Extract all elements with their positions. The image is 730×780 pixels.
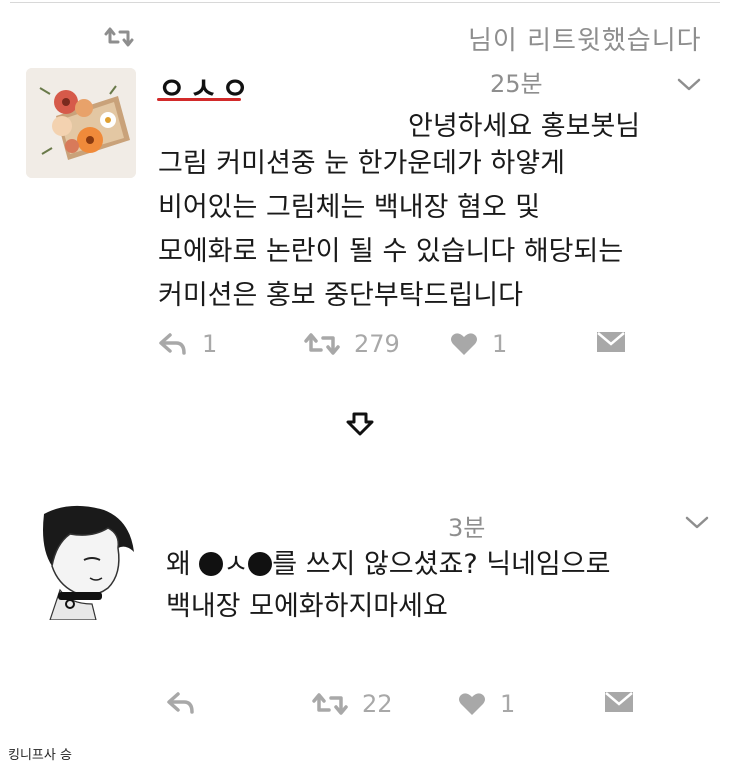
retweet-button[interactable]: 22	[312, 690, 393, 718]
username-underline	[157, 98, 241, 101]
tweet-text: 왜 ㅅ 를 쓰지 않으셨죠? 닉네임으로 백내장 모에화하지마세요	[166, 544, 610, 628]
reply-icon	[159, 333, 186, 355]
footer-caption: 킹니프사 승	[8, 748, 72, 763]
retweet-icon	[104, 27, 134, 47]
black-dot-icon	[248, 552, 273, 576]
heart-icon	[459, 693, 485, 715]
retweet-button[interactable]: 279	[304, 330, 400, 358]
avatar-manga-character[interactable]	[30, 504, 142, 620]
envelope-icon	[597, 332, 625, 352]
tweet-actions: 22 1	[0, 690, 730, 726]
retweet-header-text: 님이 리트윗했습니다	[468, 26, 702, 56]
tweet-actions: 1 279 1	[0, 330, 730, 366]
like-button[interactable]: 1	[450, 330, 507, 358]
tweet-original[interactable]: ㅇㅅㅇ 25분 안녕하세요 홍보봇님 그림 커미션중 눈 한가운데가 하얗게 비…	[0, 62, 730, 392]
reply-icon	[167, 692, 194, 714]
username[interactable]: ㅇㅅㅇ	[158, 64, 253, 108]
tweet-text-fragment: 왜	[166, 549, 200, 580]
flower-avatar-image	[26, 68, 136, 178]
tweet-text-line: 왜 ㅅ 를 쓰지 않으셨죠? 닉네임으로	[166, 544, 610, 586]
tweet-text-line: 그림 커미션중 눈 한가운데가 하얗게	[158, 148, 565, 179]
top-divider	[10, 2, 720, 3]
arrow-down-icon	[346, 412, 374, 436]
direct-message-button[interactable]	[596, 330, 626, 354]
tweet-reply[interactable]: 3분 왜 ㅅ 를 쓰지 않으셨죠? 닉네임으로 백내장 모에화하지마세요 22 1	[0, 500, 730, 730]
tweet-timestamp[interactable]: 3분	[448, 508, 485, 543]
retweet-icon	[304, 333, 340, 355]
like-button[interactable]: 1	[458, 690, 515, 718]
black-dot-icon	[199, 552, 224, 576]
tweet-text-line: 백내장 모에화하지마세요	[166, 591, 448, 622]
tweet-text-fragment: ㅅ	[223, 549, 249, 580]
tweet-text-line: 커미션은 홍보 중단부탁드립니다	[158, 280, 523, 311]
tweet-text-fragment: 를 쓰지 않으셨죠? 닉네임으로	[272, 549, 611, 580]
avatar-flower[interactable]	[26, 68, 136, 178]
chevron-down-icon[interactable]	[676, 74, 702, 94]
tweet-text-line: 안녕하세요 홍보봇님	[408, 111, 641, 142]
tweet-text-line: 비어있는 그림체는 백내장 혐오 및	[158, 192, 541, 223]
tweet-text: 그림 커미션중 눈 한가운데가 하얗게 비어있는 그림체는 백내장 혐오 및 모…	[158, 142, 623, 318]
tweet-text-line: 모에화로 논란이 될 수 있습니다 해당되는	[158, 236, 624, 267]
retweet-header: 님이 리트윗했습니다	[0, 20, 730, 56]
retweet-count: 279	[354, 330, 400, 358]
like-count: 1	[492, 330, 508, 358]
like-count: 1	[500, 690, 516, 718]
heart-icon	[451, 333, 477, 355]
reply-button[interactable]: 1	[158, 330, 217, 358]
reply-count: 1	[202, 330, 218, 358]
chevron-down-icon[interactable]	[684, 512, 710, 532]
direct-message-button[interactable]	[604, 690, 634, 714]
reply-button[interactable]	[166, 690, 196, 716]
manga-avatar-image	[30, 504, 142, 620]
screenshot-page: 님이 리트윗했습니다 ㅇㅅㅇ 25분 안녕하세요 홍보봇님 그림 커미션중 눈 …	[0, 0, 730, 780]
envelope-icon	[605, 692, 633, 712]
tweet-timestamp[interactable]: 25분	[490, 64, 543, 99]
retweet-icon	[312, 693, 348, 715]
retweet-count: 22	[362, 690, 393, 718]
